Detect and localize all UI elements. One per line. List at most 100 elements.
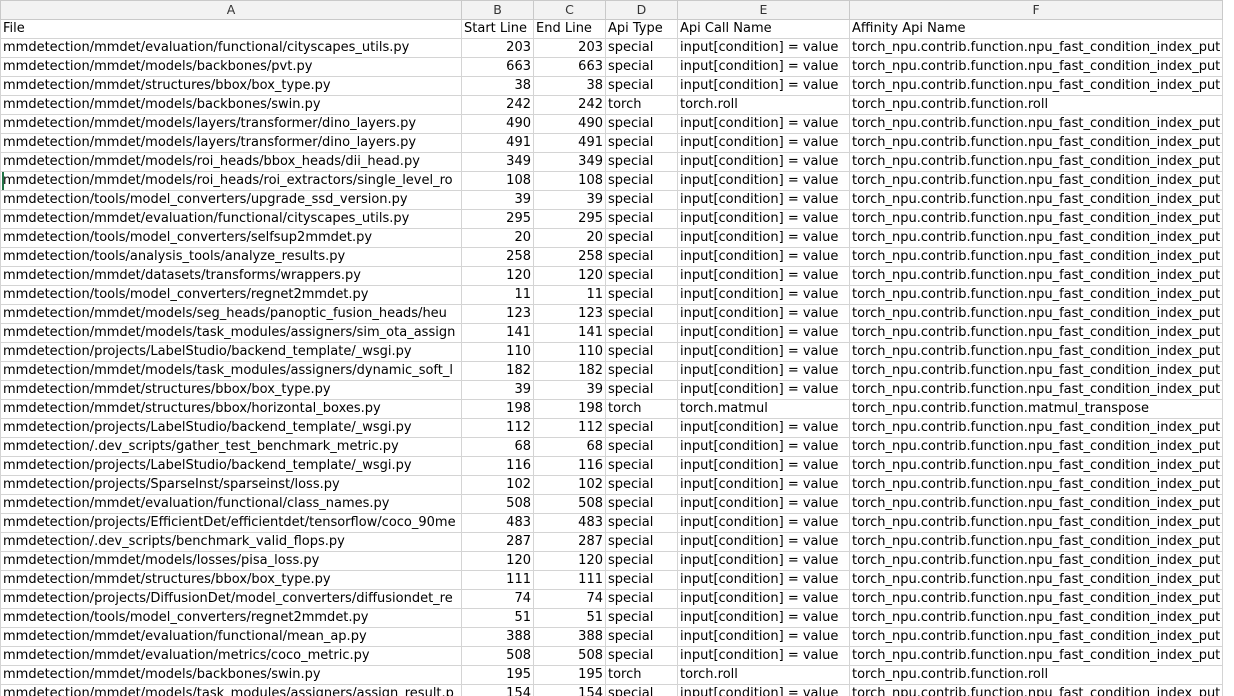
file-cell[interactable]: mmdetection/mmdet/models/roi_heads/bbox_… xyxy=(0,152,462,172)
api-call-name-cell[interactable]: input[condition] = value xyxy=(677,513,850,533)
api-type-cell[interactable]: special xyxy=(605,247,678,267)
start-line-cell[interactable]: 39 xyxy=(461,380,534,400)
start-line-cell[interactable]: 123 xyxy=(461,304,534,324)
start-line-cell[interactable]: 38 xyxy=(461,76,534,96)
start-line-cell[interactable]: 258 xyxy=(461,247,534,267)
api-call-name-cell[interactable]: input[condition] = value xyxy=(677,475,850,495)
api-type-cell[interactable]: special xyxy=(605,114,678,134)
api-call-name-cell[interactable]: input[condition] = value xyxy=(677,76,850,96)
file-cell[interactable]: mmdetection/tools/analysis_tools/analyze… xyxy=(0,247,462,267)
end-line-cell[interactable]: 508 xyxy=(533,646,606,666)
start-line-cell[interactable]: 508 xyxy=(461,646,534,666)
api-type-cell[interactable]: torch xyxy=(605,95,678,115)
end-line-cell[interactable]: 111 xyxy=(533,570,606,590)
start-line-cell[interactable]: 195 xyxy=(461,665,534,685)
api-call-name-cell[interactable]: input[condition] = value xyxy=(677,361,850,381)
end-line-cell[interactable]: 39 xyxy=(533,190,606,210)
start-line-cell[interactable]: 51 xyxy=(461,608,534,628)
end-line-cell[interactable]: 242 xyxy=(533,95,606,115)
file-cell[interactable]: mmdetection/mmdet/models/roi_heads/roi_e… xyxy=(0,171,462,191)
column-header-e[interactable]: E xyxy=(677,0,850,20)
api-call-name-cell[interactable]: input[condition] = value xyxy=(677,589,850,609)
end-line-cell[interactable]: 388 xyxy=(533,627,606,647)
spreadsheet-grid[interactable]: A B C D E F File Start Line End Line Api… xyxy=(0,0,1234,696)
file-cell[interactable]: mmdetection/mmdet/evaluation/functional/… xyxy=(0,627,462,647)
api-type-cell[interactable]: special xyxy=(605,627,678,647)
api-call-name-cell[interactable]: input[condition] = value xyxy=(677,133,850,153)
end-line-cell[interactable]: 195 xyxy=(533,665,606,685)
affinity-api-name-cell[interactable]: torch_npu.contrib.function.npu_fast_cond… xyxy=(848,190,1224,210)
file-cell[interactable]: mmdetection/.dev_scripts/benchmark_valid… xyxy=(0,532,462,552)
api-call-name-cell[interactable]: input[condition] = value xyxy=(677,323,850,343)
file-cell[interactable]: mmdetection/mmdet/structures/bbox/box_ty… xyxy=(0,380,462,400)
api-call-name-cell[interactable]: torch.roll xyxy=(677,665,850,685)
start-line-cell[interactable]: 116 xyxy=(461,456,534,476)
api-call-name-cell[interactable]: input[condition] = value xyxy=(677,190,850,210)
affinity-api-name-cell[interactable]: torch_npu.contrib.function.npu_fast_cond… xyxy=(848,456,1224,476)
file-cell[interactable]: mmdetection/mmdet/models/seg_heads/panop… xyxy=(0,304,462,324)
api-type-cell[interactable]: special xyxy=(605,266,678,286)
start-line-cell[interactable]: 120 xyxy=(461,266,534,286)
affinity-api-name-cell[interactable]: torch_npu.contrib.function.npu_fast_cond… xyxy=(848,342,1224,362)
affinity-api-name-cell[interactable]: torch_npu.contrib.function.npu_fast_cond… xyxy=(848,627,1224,647)
start-line-cell[interactable]: 154 xyxy=(461,684,534,696)
affinity-api-name-cell[interactable]: torch_npu.contrib.function.npu_fast_cond… xyxy=(848,38,1224,58)
api-type-cell[interactable]: special xyxy=(605,608,678,628)
affinity-api-name-cell[interactable]: torch_npu.contrib.function.npu_fast_cond… xyxy=(848,247,1224,267)
header-cell-api-call-name[interactable]: Api Call Name xyxy=(677,19,850,39)
api-call-name-cell[interactable]: input[condition] = value xyxy=(677,456,850,476)
affinity-api-name-cell[interactable]: torch_npu.contrib.function.npu_fast_cond… xyxy=(848,266,1224,286)
api-type-cell[interactable]: special xyxy=(605,646,678,666)
api-type-cell[interactable]: special xyxy=(605,570,678,590)
affinity-api-name-cell[interactable]: torch_npu.contrib.function.npu_fast_cond… xyxy=(848,228,1224,248)
affinity-api-name-cell[interactable]: torch_npu.contrib.function.npu_fast_cond… xyxy=(848,551,1224,571)
affinity-api-name-cell[interactable]: torch_npu.contrib.function.npu_fast_cond… xyxy=(848,171,1224,191)
api-type-cell[interactable]: special xyxy=(605,171,678,191)
end-line-cell[interactable]: 120 xyxy=(533,551,606,571)
api-type-cell[interactable]: torch xyxy=(605,665,678,685)
start-line-cell[interactable]: 508 xyxy=(461,494,534,514)
end-line-cell[interactable]: 483 xyxy=(533,513,606,533)
file-cell[interactable]: mmdetection/mmdet/evaluation/functional/… xyxy=(0,38,462,58)
file-cell[interactable]: mmdetection/mmdet/models/backbones/swin.… xyxy=(0,665,462,685)
file-cell[interactable]: mmdetection/mmdet/models/layers/transfor… xyxy=(0,114,462,134)
file-cell[interactable]: mmdetection/mmdet/evaluation/metrics/coc… xyxy=(0,646,462,666)
file-cell[interactable]: mmdetection/mmdet/models/backbones/pvt.p… xyxy=(0,57,462,77)
affinity-api-name-cell[interactable]: torch_npu.contrib.function.npu_fast_cond… xyxy=(848,152,1224,172)
api-type-cell[interactable]: special xyxy=(605,76,678,96)
start-line-cell[interactable]: 491 xyxy=(461,133,534,153)
api-type-cell[interactable]: special xyxy=(605,361,678,381)
end-line-cell[interactable]: 20 xyxy=(533,228,606,248)
affinity-api-name-cell[interactable]: torch_npu.contrib.function.npu_fast_cond… xyxy=(848,494,1224,514)
start-line-cell[interactable]: 388 xyxy=(461,627,534,647)
api-type-cell[interactable]: special xyxy=(605,551,678,571)
end-line-cell[interactable]: 295 xyxy=(533,209,606,229)
api-call-name-cell[interactable]: input[condition] = value xyxy=(677,114,850,134)
api-type-cell[interactable]: special xyxy=(605,418,678,438)
api-call-name-cell[interactable]: input[condition] = value xyxy=(677,171,850,191)
end-line-cell[interactable]: 198 xyxy=(533,399,606,419)
affinity-api-name-cell[interactable]: torch_npu.contrib.function.npu_fast_cond… xyxy=(848,418,1224,438)
header-cell-affinity-api-name[interactable]: Affinity Api Name xyxy=(848,19,1224,39)
start-line-cell[interactable]: 198 xyxy=(461,399,534,419)
column-header-b[interactable]: B xyxy=(461,0,534,20)
affinity-api-name-cell[interactable]: torch_npu.contrib.function.npu_fast_cond… xyxy=(848,361,1224,381)
end-line-cell[interactable]: 663 xyxy=(533,57,606,77)
api-type-cell[interactable]: special xyxy=(605,304,678,324)
api-type-cell[interactable]: special xyxy=(605,342,678,362)
api-type-cell[interactable]: special xyxy=(605,133,678,153)
affinity-api-name-cell[interactable]: torch_npu.contrib.function.npu_fast_cond… xyxy=(848,589,1224,609)
start-line-cell[interactable]: 663 xyxy=(461,57,534,77)
end-line-cell[interactable]: 182 xyxy=(533,361,606,381)
affinity-api-name-cell[interactable]: torch_npu.contrib.function.npu_fast_cond… xyxy=(848,209,1224,229)
api-call-name-cell[interactable]: input[condition] = value xyxy=(677,646,850,666)
affinity-api-name-cell[interactable]: torch_npu.contrib.function.npu_fast_cond… xyxy=(848,380,1224,400)
end-line-cell[interactable]: 287 xyxy=(533,532,606,552)
file-cell[interactable]: mmdetection/mmdet/evaluation/functional/… xyxy=(0,494,462,514)
affinity-api-name-cell[interactable]: torch_npu.contrib.function.npu_fast_cond… xyxy=(848,437,1224,457)
api-type-cell[interactable]: special xyxy=(605,57,678,77)
end-line-cell[interactable]: 102 xyxy=(533,475,606,495)
api-call-name-cell[interactable]: input[condition] = value xyxy=(677,532,850,552)
api-type-cell[interactable]: special xyxy=(605,456,678,476)
api-type-cell[interactable]: special xyxy=(605,589,678,609)
